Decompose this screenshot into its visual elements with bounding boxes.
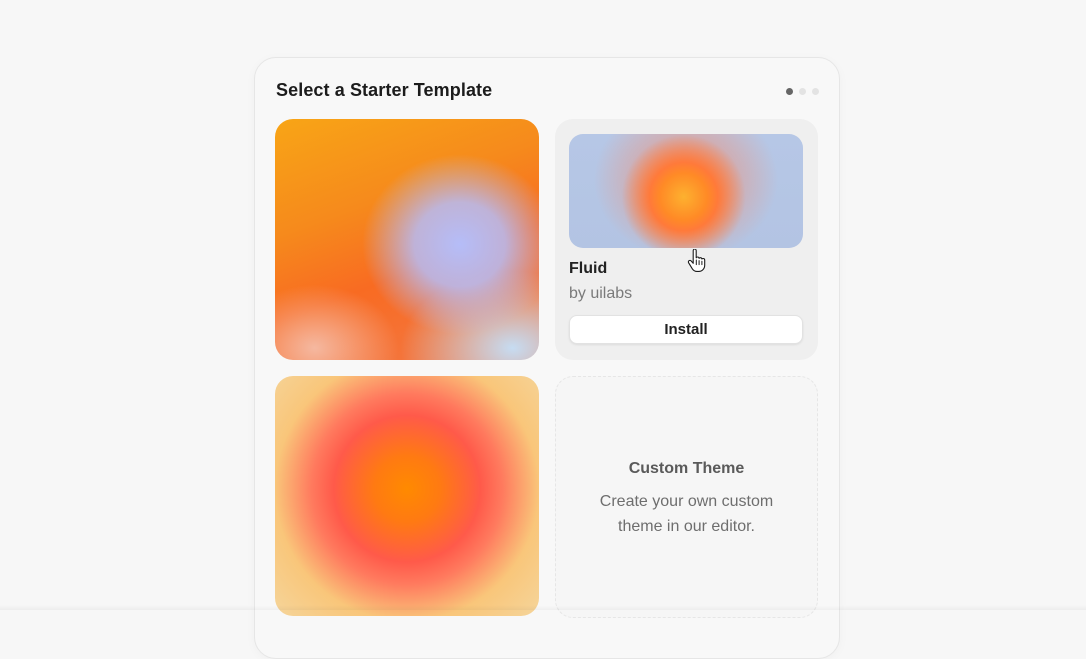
bottom-shadow: [0, 605, 1086, 610]
custom-theme-card[interactable]: Custom Theme Create your own custom them…: [555, 376, 818, 618]
template-thumbnail-fluid: [569, 134, 803, 248]
pager: [786, 88, 819, 95]
template-author: by uilabs: [569, 285, 632, 303]
custom-theme-title: Custom Theme: [556, 460, 817, 478]
template-panel: Select a Starter Template Fluid by uilab…: [254, 57, 840, 659]
template-card-fluid[interactable]: Fluid by uilabs Install: [555, 119, 818, 360]
pager-dot-1[interactable]: [786, 88, 793, 95]
pager-dot-3[interactable]: [812, 88, 819, 95]
template-tile-gradient-orange-blue[interactable]: [275, 119, 539, 360]
panel-title: Select a Starter Template: [276, 80, 492, 101]
template-name: Fluid: [569, 260, 607, 278]
custom-theme-description: Create your own custom theme in our edit…: [586, 489, 787, 539]
pager-dot-2[interactable]: [799, 88, 806, 95]
pointer-hand-icon: [687, 249, 707, 273]
install-button[interactable]: Install: [569, 315, 803, 344]
template-tile-gradient-sun[interactable]: [275, 376, 539, 616]
